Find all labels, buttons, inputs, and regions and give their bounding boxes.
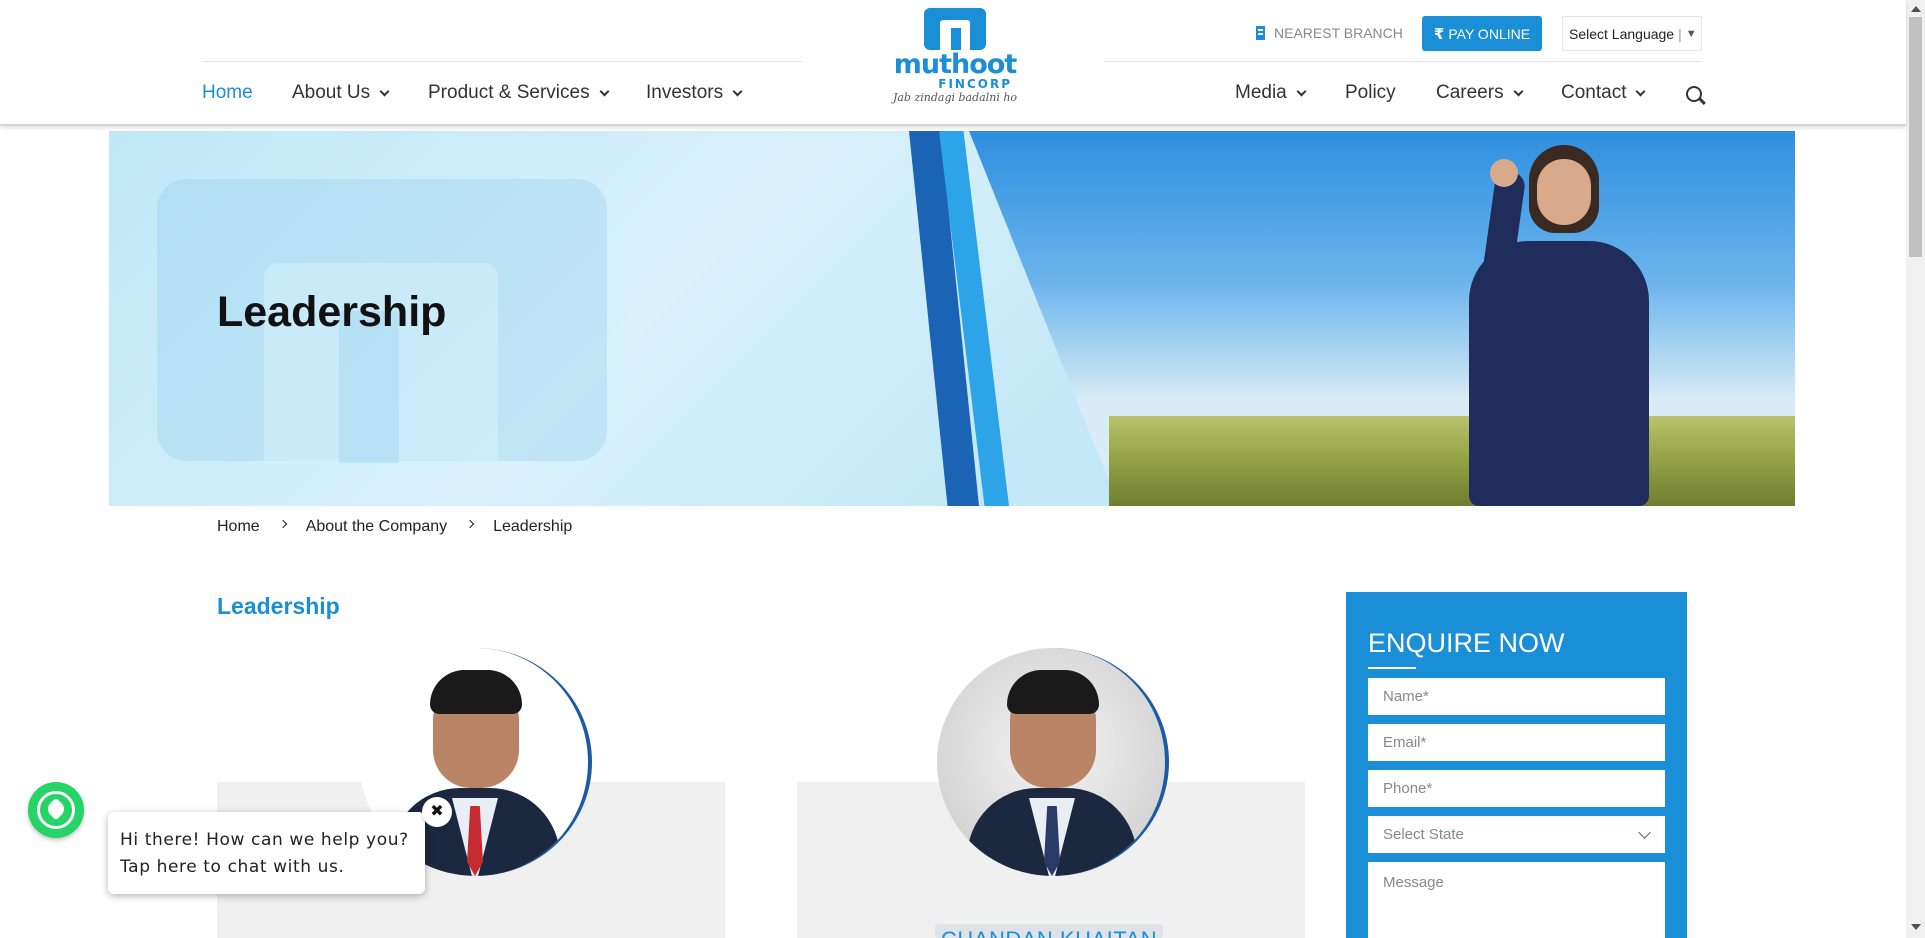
logo-mark-icon <box>924 8 986 50</box>
chat-popup-message: Hi there! How can we help you? Tap here … <box>120 830 409 877</box>
nav-investors-label: Investors <box>646 82 724 103</box>
message-placeholder: Message <box>1383 874 1444 891</box>
chevron-down-icon <box>1638 826 1651 839</box>
building-icon <box>1256 26 1265 40</box>
banner-title: Leadership <box>217 288 447 336</box>
nav-product-services-label: Product & Services <box>428 82 590 103</box>
site-header: muthoot FINCORP Jab zindagi badalni ho N… <box>0 0 1906 126</box>
language-separator: | <box>1678 25 1682 42</box>
search-icon[interactable] <box>1686 86 1702 102</box>
header-divider-right <box>1104 61 1702 62</box>
phone-field[interactable]: Phone* <box>1368 770 1665 807</box>
scroll-up-icon[interactable] <box>1911 6 1921 12</box>
banner-grass-image <box>1109 416 1795 506</box>
nav-about-us-label: About Us <box>292 82 371 103</box>
nav-careers-label: Careers <box>1436 82 1504 103</box>
banner-model-body <box>1469 241 1649 506</box>
nav-product-services[interactable]: Product & Services <box>428 82 610 104</box>
page-scrollbar[interactable] <box>1906 0 1925 938</box>
nav-policy[interactable]: Policy <box>1345 82 1396 104</box>
breadcrumb: Home About the Company Leadership <box>217 518 572 536</box>
chevron-right-icon <box>465 519 475 529</box>
nav-careers[interactable]: Careers <box>1436 82 1524 104</box>
rupee-icon: ₹ <box>1433 25 1445 43</box>
chat-popup[interactable]: Hi there! How can we help you? Tap here … <box>108 812 425 894</box>
leader-photo <box>937 648 1169 876</box>
email-placeholder: Email* <box>1383 734 1427 751</box>
chevron-down-icon <box>732 86 743 96</box>
logo-tagline: Jab zindagi badalni ho <box>892 91 1018 104</box>
name-field[interactable]: Name* <box>1368 678 1665 715</box>
nav-home[interactable]: Home <box>202 82 253 104</box>
breadcrumb-home[interactable]: Home <box>217 518 260 536</box>
breadcrumb-about-company[interactable]: About the Company <box>306 518 447 536</box>
chevron-down-icon <box>1513 86 1524 96</box>
brand-logo[interactable]: muthoot FINCORP Jab zindagi badalni ho <box>890 6 1020 114</box>
banner-model-fist <box>1490 159 1518 187</box>
pay-online-button[interactable]: ₹ PAY ONLINE <box>1422 16 1542 51</box>
state-select[interactable]: Select State <box>1368 816 1665 853</box>
whatsapp-icon[interactable] <box>28 782 84 838</box>
email-field[interactable]: Email* <box>1368 724 1665 761</box>
pay-online-label: PAY ONLINE <box>1448 25 1531 42</box>
leader-name[interactable]: CHANDAN KHAITAN <box>935 924 1164 938</box>
chevron-down-icon <box>599 86 610 96</box>
nav-about-us[interactable]: About Us <box>292 82 390 104</box>
enquire-title-underline <box>1368 667 1416 669</box>
enquire-title: ENQUIRE NOW <box>1368 628 1565 658</box>
nav-contact-label: Contact <box>1561 82 1627 103</box>
logo-brand-name: muthoot <box>893 49 1018 80</box>
scroll-down-icon[interactable] <box>1911 924 1921 930</box>
chevron-down-icon <box>1636 86 1646 96</box>
nav-media-label: Media <box>1235 82 1287 103</box>
nav-investors[interactable]: Investors <box>646 82 743 104</box>
message-field[interactable]: Message <box>1368 862 1665 938</box>
scrollbar-thumb[interactable] <box>1909 17 1922 257</box>
section-title: Leadership <box>217 593 340 619</box>
chevron-right-icon <box>278 519 287 529</box>
nearest-branch-label: NEAREST BRANCH <box>1274 25 1403 41</box>
phone-placeholder: Phone* <box>1383 780 1433 797</box>
nav-home-label: Home <box>202 82 253 103</box>
header-divider-left <box>202 61 802 62</box>
language-select-value: Select Language <box>1569 25 1675 42</box>
chevron-down-icon: ▼ <box>1685 27 1697 40</box>
banner-model-face <box>1537 159 1591 225</box>
nav-media[interactable]: Media <box>1235 82 1307 104</box>
enquire-form: ENQUIRE NOW Name* Email* Phone* Select S… <box>1346 592 1687 938</box>
name-placeholder: Name* <box>1383 688 1429 705</box>
chevron-down-icon <box>1296 86 1307 96</box>
state-placeholder: Select State <box>1383 826 1464 843</box>
chevron-down-icon <box>379 86 390 96</box>
breadcrumb-current: Leadership <box>493 518 573 535</box>
nav-contact[interactable]: Contact <box>1561 82 1646 104</box>
nearest-branch-link[interactable]: NEAREST BRANCH <box>1256 16 1403 50</box>
nav-policy-label: Policy <box>1345 82 1396 103</box>
close-icon[interactable]: ✖ <box>422 797 452 827</box>
language-select[interactable]: Select Language | ▼ <box>1562 16 1702 51</box>
